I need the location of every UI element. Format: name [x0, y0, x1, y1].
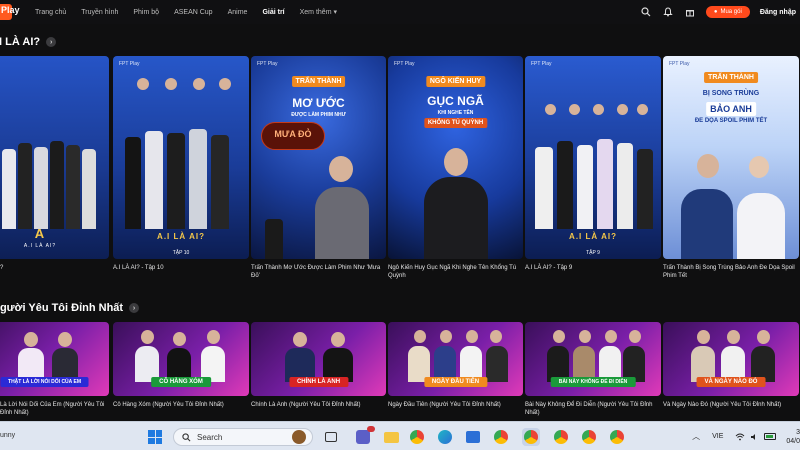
section-title-ai-la-ai[interactable]: A.I LÀ AI? › — [0, 36, 57, 48]
chevron-down-icon: ▾ — [333, 9, 337, 16]
system-tray: ︿ VIE 3 04/0 — [692, 422, 800, 450]
chrome-icon[interactable] — [492, 428, 510, 446]
buy-package-label: Mua gói — [720, 9, 742, 15]
video-card[interactable]: BÀI NÀY KHÔNG ĐỂ ĐI DIỄN Bài Này Không Đ… — [525, 322, 661, 418]
video-thumbnail: NGÀY ĐẦU TIÊN — [388, 322, 523, 396]
nav-item-entertainment[interactable]: Giải trí — [262, 9, 284, 16]
volume-icon[interactable] — [750, 428, 759, 446]
login-button[interactable]: Đăng nhập — [760, 9, 796, 16]
nav-item-asean-cup[interactable]: ASEAN Cup — [174, 9, 213, 16]
top-navigation: Play Trang chủ Truyền hình Phim bộ ASEAN… — [0, 0, 800, 24]
nav-actions: ● Mua gói Đăng nhập — [640, 0, 796, 24]
battery-icon[interactable] — [764, 433, 777, 440]
chrome-profile-icon[interactable] — [552, 428, 570, 446]
video-caption: Chính Là Anh (Người Yêu Tôi Đỉnh Nhất) — [251, 402, 361, 408]
video-thumbnail: FPT Play TRẤN THÀNH MƠ ƯỚC ĐƯỢC LÀM PHIM… — [251, 56, 386, 259]
video-card[interactable]: FPT Play TRẤN THÀNH BỊ SONG TRÙNG BẢO AN… — [663, 56, 799, 281]
edge-icon[interactable] — [436, 428, 454, 446]
taskbar-search-box[interactable]: Search — [173, 428, 313, 446]
video-card[interactable]: FPT Play A.I LÀ AI? TẬP 10 A.I LÀ AI? - … — [113, 56, 249, 281]
video-thumbnail: FPT Play A.I LÀ AI? TẬP 9 — [525, 56, 661, 259]
chevron-up-icon[interactable]: ︿ — [692, 431, 700, 442]
language-indicator[interactable]: VIE — [712, 433, 723, 440]
bell-icon[interactable] — [662, 6, 674, 18]
search-placeholder: Search — [197, 432, 223, 442]
file-explorer-icon[interactable] — [382, 428, 400, 446]
video-caption: Là Lời Nói Dối Của Em (Người Yêu Tôi Đỉn… — [0, 402, 105, 416]
chrome-profile-icon[interactable] — [608, 428, 626, 446]
video-thumbnail: VÀ NGÀY NÀO ĐÓ — [663, 322, 799, 396]
video-card[interactable]: FPT Play A.I LÀ AI? TẬP 9 A.I LÀ AI? - T… — [525, 56, 661, 281]
fpt-play-logo[interactable]: Play — [0, 4, 22, 20]
nav-item-more-label: Xem thêm — [299, 9, 332, 16]
video-thumbnail: THẬT LÀ LỜI NÓI DỐI CỦA EM — [0, 322, 109, 396]
video-caption: A.I LÀ AI? - Tập 10 — [113, 265, 164, 271]
video-card[interactable]: FPT Play NGÔ KIẾN HUY GỤC NGÃ KHI NGHE T… — [388, 56, 523, 281]
video-card[interactable]: FPT Play TRẤN THÀNH MƠ ƯỚC ĐƯỢC LÀM PHIM… — [251, 56, 386, 281]
windows-taskbar: unny Search ︿ VIE 3 04/0 — [0, 421, 800, 450]
clock-date: 04/0 — [786, 437, 800, 445]
video-thumbnail: FPT Play A.I LÀ AI? TẬP 10 — [113, 56, 249, 259]
video-caption: Và Ngày Nào Đó (Người Yêu Tôi Đỉnh Nhất) — [663, 402, 782, 408]
video-card[interactable]: CÔ HÀNG XÓM Cô Hàng Xóm (Người Yêu Tôi Đ… — [113, 322, 249, 418]
video-card[interactable]: A A.I LÀ AI? ? — [0, 56, 109, 281]
video-caption: Ngày Đầu Tiên (Người Yêu Tôi Đỉnh Nhất) — [388, 402, 501, 408]
video-caption: Cô Hàng Xóm (Người Yêu Tôi Đỉnh Nhất) — [113, 402, 224, 408]
search-icon — [182, 432, 191, 441]
section-title-label: A.I LÀ AI? — [0, 36, 41, 48]
search-icon[interactable] — [640, 6, 652, 18]
video-caption: Trấn Thành Bị Song Trùng Bảo Anh Đe Dọa … — [663, 265, 795, 279]
video-card[interactable]: CHÍNH LÀ ANH Chính Là Anh (Người Yêu Tôi… — [251, 322, 386, 418]
video-caption: Trấn Thành Mơ Ước Được Làm Phim Như 'Mưa… — [251, 265, 381, 279]
video-thumbnail: BÀI NÀY KHÔNG ĐỂ ĐI DIỄN — [525, 322, 661, 396]
chrome-profile-icon[interactable] — [580, 428, 598, 446]
nav-item-home[interactable]: Trang chủ — [35, 9, 66, 16]
nav-item-series[interactable]: Phim bộ — [133, 9, 159, 16]
section-title-label: Người Yêu Tôi Đỉnh Nhất — [0, 302, 124, 314]
teams-icon[interactable] — [354, 426, 375, 446]
chrome-icon[interactable] — [408, 428, 426, 446]
clock-time: 3 — [796, 428, 800, 436]
video-thumbnail: CÔ HÀNG XÓM — [113, 322, 249, 396]
video-thumbnail: FPT Play TRẤN THÀNH BỊ SONG TRÙNG BẢO AN… — [663, 56, 799, 259]
gift-icon[interactable] — [684, 6, 696, 18]
weather-widget-label[interactable]: unny — [0, 432, 15, 439]
wifi-icon[interactable] — [735, 428, 745, 446]
buy-package-button[interactable]: ● Mua gói — [705, 6, 750, 18]
video-thumbnail: FPT Play NGÔ KIẾN HUY GỤC NGÃ KHI NGHE T… — [388, 56, 523, 259]
video-caption: Bài Này Không Để Đi Diễn (Người Yêu Tôi … — [525, 402, 653, 416]
video-thumbnail: CHÍNH LÀ ANH — [251, 322, 386, 396]
nav-item-more[interactable]: Xem thêm ▾ — [300, 8, 337, 16]
task-view-icon[interactable] — [322, 428, 340, 446]
carousel-nguoi-yeu-toi-dinh-nhat: THẬT LÀ LỜI NÓI DỐI CỦA EM Là Lời Nói Dố… — [0, 322, 800, 418]
chevron-right-icon[interactable]: › — [129, 303, 140, 313]
carousel-ai-la-ai: A A.I LÀ AI? ? FPT Play A.I LÀ AI? TẬP 1… — [0, 56, 800, 281]
crown-icon: ● — [713, 9, 718, 15]
video-caption: A.I LÀ AI? - Tập 9 — [525, 265, 573, 271]
windows-start-button[interactable] — [148, 430, 162, 444]
video-card[interactable]: VÀ NGÀY NÀO ĐÓ Và Ngày Nào Đó (Người Yêu… — [663, 322, 799, 418]
video-caption: ? — [0, 265, 4, 271]
video-card[interactable]: NGÀY ĐẦU TIÊN Ngày Đầu Tiên (Người Yêu T… — [388, 322, 523, 418]
nav-item-tv[interactable]: Truyền hình — [81, 9, 118, 16]
section-title-nguoi-yeu-toi-dinh-nhat[interactable]: Người Yêu Tôi Đỉnh Nhất › — [0, 302, 140, 314]
owl-search-highlight-icon — [292, 430, 306, 444]
video-thumbnail: A A.I LÀ AI? — [0, 56, 109, 259]
video-caption: Ngô Kiến Huy Gục Ngã Khi Nghe Tên Khổng … — [388, 265, 517, 279]
video-card[interactable]: THẬT LÀ LỜI NÓI DỐI CỦA EM Là Lời Nói Dố… — [0, 322, 109, 418]
chevron-right-icon[interactable]: › — [46, 37, 57, 47]
nav-menu: Trang chủ Truyền hình Phim bộ ASEAN Cup … — [35, 0, 337, 24]
chrome-profile-icon[interactable] — [522, 428, 540, 446]
clock[interactable]: 3 04/0 — [786, 428, 800, 446]
store-icon[interactable] — [464, 428, 482, 446]
nav-item-anime[interactable]: Anime — [228, 9, 248, 16]
